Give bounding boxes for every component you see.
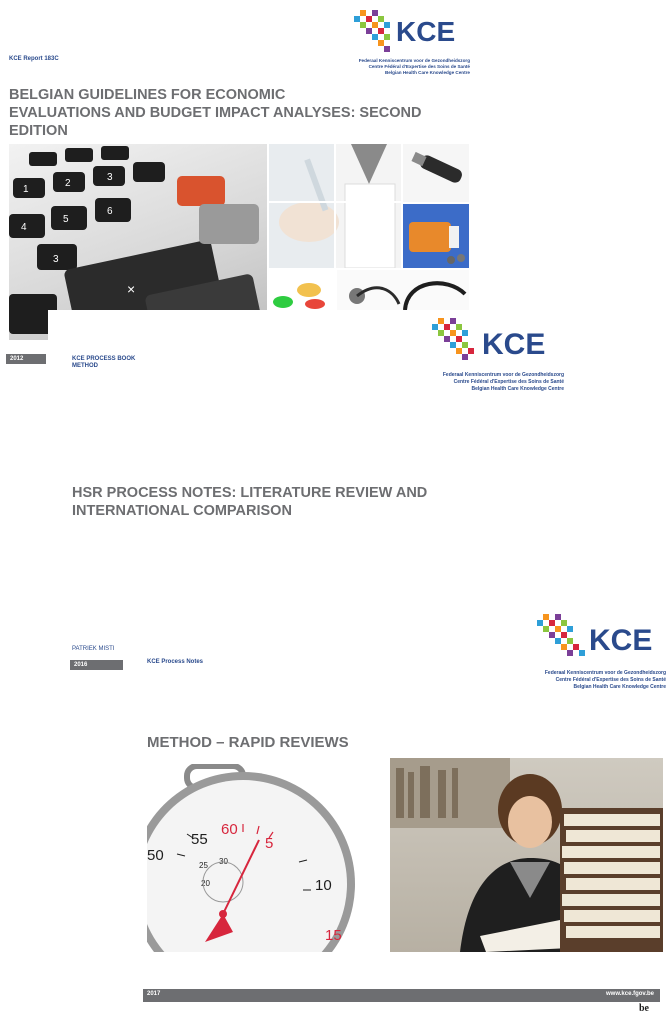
stopwatch-number: 25: [199, 861, 208, 870]
cover-page-rapid-reviews: KCE Federaal Kenniscentrum voor de Gezon…: [123, 604, 666, 1014]
stopwatch-number: 20: [201, 879, 210, 888]
kce-wordmark: KCE: [396, 16, 456, 47]
stethoscope-photo: [337, 270, 469, 312]
page-title: HSR PROCESS NOTES: LITERATURE REVIEW AND…: [72, 485, 428, 519]
svg-text:3: 3: [53, 254, 59, 265]
kce-tagline: Federaal Kenniscentrum voor de Gezondhei…: [358, 58, 470, 75]
page-title: BELGIAN GUIDELINES FOR ECONOMIC EVALUATI…: [9, 87, 422, 139]
doctor-syringe-photo: [269, 144, 401, 268]
belgium-be-logo: be: [639, 1003, 649, 1014]
series-label: KCE PROCESS BOOK METHOD: [72, 356, 136, 369]
footer-year: 2017: [147, 991, 161, 997]
svg-text:4: 4: [21, 222, 27, 233]
kce-wordmark: KCE: [589, 624, 653, 657]
series-label: KCE Process Notes: [147, 659, 204, 665]
stopwatch-number: 15: [325, 927, 342, 944]
author-label: PATRIEK MISTI: [72, 646, 115, 652]
stopwatch-number: 5: [265, 835, 273, 852]
year-bar: 2016: [70, 660, 124, 670]
year-bar: 2012: [6, 354, 46, 364]
kce-logo: KCE Federaal Kenniscentrum voor de Gezon…: [535, 614, 666, 698]
report-series-label: KCE Report 183C: [9, 56, 59, 62]
stopwatch-number: 10: [315, 877, 332, 894]
svg-text:×: ×: [127, 281, 135, 297]
stopwatch-number: 60: [221, 821, 238, 838]
stopwatch-number: 30: [219, 857, 228, 866]
svg-text:6: 6: [107, 206, 113, 217]
stopwatch-number: 50: [147, 847, 164, 864]
svg-text:5: 5: [63, 214, 69, 225]
page-title: METHOD – RAPID REVIEWS: [147, 734, 349, 751]
svg-text:3: 3: [107, 172, 113, 183]
footer-url[interactable]: www.kce.fgov.be: [606, 991, 654, 997]
kce-logo: KCE Federaal Kenniscentrum voor de Gezon…: [352, 10, 472, 82]
pills-bottle-photo: [403, 204, 469, 268]
student-reading-photo: [390, 758, 663, 952]
kce-tagline: Federaal Kenniscentrum voor de Gezondhei…: [442, 372, 564, 392]
svg-text:2: 2: [65, 178, 71, 189]
kce-tagline: Federaal Kenniscentrum voor de Gezondhei…: [544, 670, 666, 690]
kce-wordmark: KCE: [482, 328, 546, 361]
footer-bar: 2017 www.kce.fgov.be: [143, 989, 660, 1002]
stopwatch-photo: 55 60 5 50 10 15 25 30 20: [147, 764, 359, 952]
kce-logo: KCE Federaal Kenniscentrum voor de Gezon…: [430, 318, 566, 402]
svg-text:1: 1: [23, 184, 29, 195]
stopwatch-number: 55: [191, 831, 208, 848]
otoscope-photo: [403, 144, 469, 202]
capsules-photo: [269, 270, 335, 312]
